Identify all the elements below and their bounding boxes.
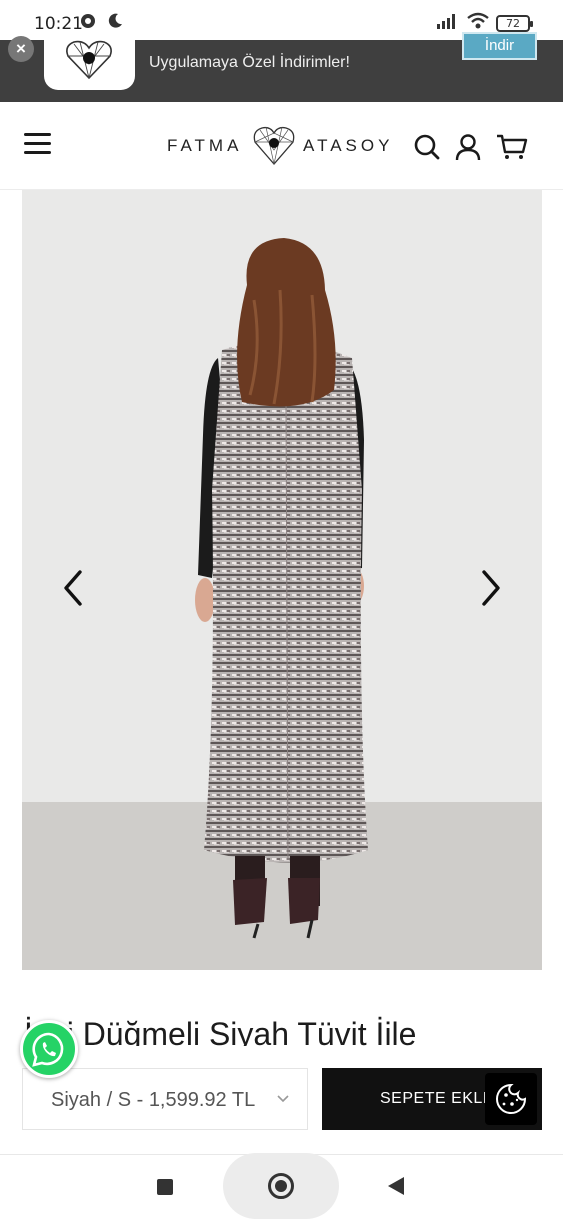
- signal-icon: [437, 14, 455, 29]
- user-icon[interactable]: [455, 133, 481, 161]
- home-icon: [268, 1173, 294, 1199]
- site-header: FATMA ATASOY: [0, 102, 563, 190]
- download-app-button[interactable]: İndir: [462, 32, 537, 60]
- brand-name-right: ATASOY: [303, 136, 394, 155]
- variant-selected-value: Siyah / S - 1,599.92 TL: [51, 1089, 256, 1111]
- banner-logo: [44, 34, 135, 90]
- product-photo: [22, 190, 542, 970]
- chevron-down-icon: [277, 1095, 289, 1103]
- purchase-bar: Siyah / S - 1,599.92 TL SEPETE EKLE: [0, 1046, 563, 1154]
- cookie-settings-button[interactable]: [485, 1073, 537, 1125]
- chevron-left-icon[interactable]: [58, 568, 88, 608]
- status-time: 10:21: [34, 14, 83, 34]
- recent-apps-icon[interactable]: [157, 1179, 173, 1195]
- add-to-cart-button[interactable]: SEPETE EKLE: [322, 1068, 542, 1130]
- product-image[interactable]: [22, 190, 542, 970]
- brand-logo-icon[interactable]: [251, 122, 297, 168]
- cart-icon[interactable]: [496, 133, 528, 161]
- wifi-icon: [467, 12, 489, 29]
- banner-close-button[interactable]: ×: [8, 36, 34, 62]
- brand-name-left: FATMA: [167, 136, 243, 155]
- search-icon[interactable]: [413, 133, 441, 161]
- app-download-banner: × Uygulamaya Özel İndirimler! İndir: [0, 32, 563, 102]
- cookie-icon: [496, 1083, 527, 1114]
- heart-logo-icon: [66, 40, 112, 80]
- variant-select[interactable]: Siyah / S - 1,599.92 TL: [22, 1068, 308, 1130]
- screen: 10:21 72 × Uygulamaya Özel İndirimler! İ…: [0, 0, 563, 1219]
- notification-icon: [81, 14, 95, 28]
- whatsapp-icon: [32, 1032, 64, 1067]
- banner-text: Uygulamaya Özel İndirimler!: [149, 54, 350, 71]
- battery-indicator: 72: [496, 15, 533, 32]
- whatsapp-button[interactable]: [20, 1020, 78, 1078]
- add-to-cart-label: SEPETE EKLE: [380, 1090, 494, 1107]
- system-nav-bar: [0, 1153, 563, 1219]
- menu-icon[interactable]: [24, 133, 51, 155]
- chevron-right-icon[interactable]: [476, 568, 506, 608]
- moon-icon: [108, 13, 122, 28]
- back-icon[interactable]: [388, 1177, 404, 1195]
- home-button[interactable]: [223, 1153, 339, 1219]
